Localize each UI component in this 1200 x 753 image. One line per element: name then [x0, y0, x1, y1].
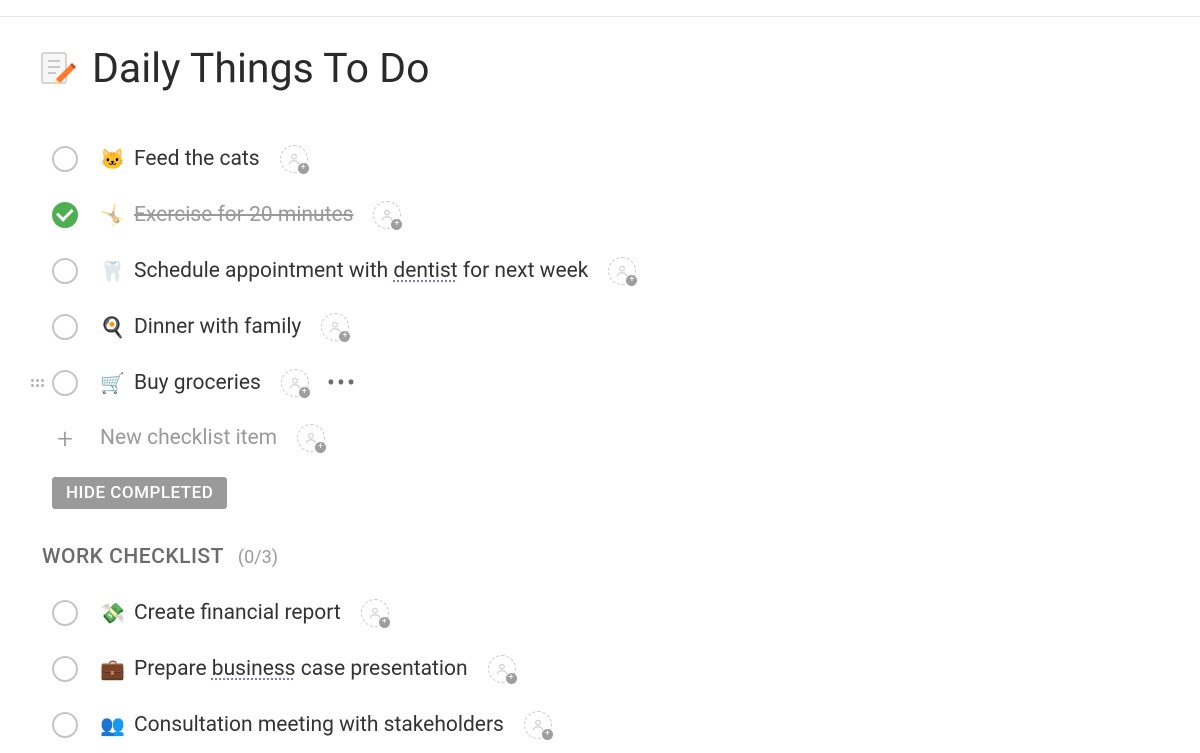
checkbox[interactable] [52, 712, 78, 738]
checkbox[interactable] [52, 600, 78, 626]
item-label[interactable]: Create financial report [134, 601, 341, 625]
people-icon: 👥 [100, 713, 122, 737]
checklist-item[interactable]: 🦷 Schedule appointment with dentist for … [52, 243, 1200, 299]
checkbox[interactable] [52, 258, 78, 284]
plus-badge-icon: + [391, 219, 402, 230]
plus-badge-icon: + [299, 387, 310, 398]
label-text: Schedule appointment with [134, 259, 393, 283]
add-assignee-button[interactable]: + [281, 369, 309, 397]
notepad-pencil-icon [36, 49, 76, 89]
drag-handle-icon[interactable] [30, 372, 44, 394]
add-assignee-button[interactable]: + [488, 655, 516, 683]
page-content: Daily Things To Do 🐱 Feed the cats + 🤸 E… [0, 17, 1200, 753]
label-text: for next week [458, 259, 589, 283]
exercise-icon: 🤸 [100, 203, 122, 227]
money-icon: 💸 [100, 601, 122, 625]
checkbox[interactable] [52, 370, 78, 396]
cart-icon: 🛒 [100, 371, 122, 395]
add-assignee-button[interactable]: + [524, 711, 552, 739]
add-assignee-button[interactable]: + [297, 424, 325, 452]
add-assignee-button[interactable]: + [280, 145, 308, 173]
plus-badge-icon: + [379, 617, 390, 628]
plus-badge-icon: + [315, 442, 326, 453]
checklist-item[interactable]: 👥 Consultation meeting with stakeholders… [52, 697, 1200, 753]
item-label[interactable]: Buy groceries [134, 371, 261, 395]
checklist-item[interactable]: 🛒 Buy groceries + ••• [52, 355, 1200, 411]
item-label[interactable]: Feed the cats [134, 147, 260, 171]
item-label[interactable]: Prepare business case presentation [134, 657, 468, 681]
briefcase-icon: 💼 [100, 657, 122, 681]
inline-link[interactable]: business [212, 657, 296, 681]
checklist-item[interactable]: 💼 Prepare business case presentation + [52, 641, 1200, 697]
checkbox[interactable] [52, 146, 78, 172]
plus-badge-icon: + [339, 331, 350, 342]
checklist-item[interactable]: 💸 Create financial report + [52, 585, 1200, 641]
plus-badge-icon: + [298, 163, 309, 174]
cat-icon: 🐱 [100, 147, 122, 171]
plus-icon: + [52, 425, 78, 451]
item-label[interactable]: Schedule appointment with dentist for ne… [134, 259, 588, 283]
checklist-item[interactable]: 🐱 Feed the cats + [52, 131, 1200, 187]
item-label[interactable]: Dinner with family [134, 315, 301, 339]
add-assignee-button[interactable]: + [608, 257, 636, 285]
section-count: (0/3) [238, 547, 278, 568]
main-checklist: 🐱 Feed the cats + 🤸 Exercise for 20 minu… [36, 131, 1200, 753]
checkbox[interactable] [52, 314, 78, 340]
new-item-placeholder[interactable]: New checklist item [100, 426, 277, 450]
plus-badge-icon: + [626, 275, 637, 286]
plus-badge-icon: + [542, 729, 553, 740]
section-title: WORK CHECKLIST [42, 545, 224, 569]
label-text: Prepare [134, 657, 212, 681]
inline-link[interactable]: dentist [393, 259, 457, 283]
tooth-icon: 🦷 [100, 259, 122, 283]
label-text: case presentation [296, 657, 468, 681]
checklist-item[interactable]: 🤸 Exercise for 20 minutes + [52, 187, 1200, 243]
new-checklist-item[interactable]: + New checklist item + [52, 411, 1200, 465]
checkbox[interactable] [52, 202, 78, 228]
add-assignee-button[interactable]: + [321, 313, 349, 341]
item-label[interactable]: Exercise for 20 minutes [134, 203, 353, 227]
checkbox[interactable] [52, 656, 78, 682]
title-row: Daily Things To Do [36, 45, 1200, 93]
hide-completed-button[interactable]: HIDE COMPLETED [52, 477, 227, 509]
item-label[interactable]: Consultation meeting with stakeholders [134, 713, 504, 737]
page-title: Daily Things To Do [92, 45, 429, 93]
add-assignee-button[interactable]: + [361, 599, 389, 627]
section-header[interactable]: WORK CHECKLIST (0/3) [42, 545, 1200, 569]
add-assignee-button[interactable]: + [373, 201, 401, 229]
checklist-item[interactable]: 🍳 Dinner with family + [52, 299, 1200, 355]
dinner-icon: 🍳 [100, 315, 122, 339]
plus-badge-icon: + [506, 673, 517, 684]
